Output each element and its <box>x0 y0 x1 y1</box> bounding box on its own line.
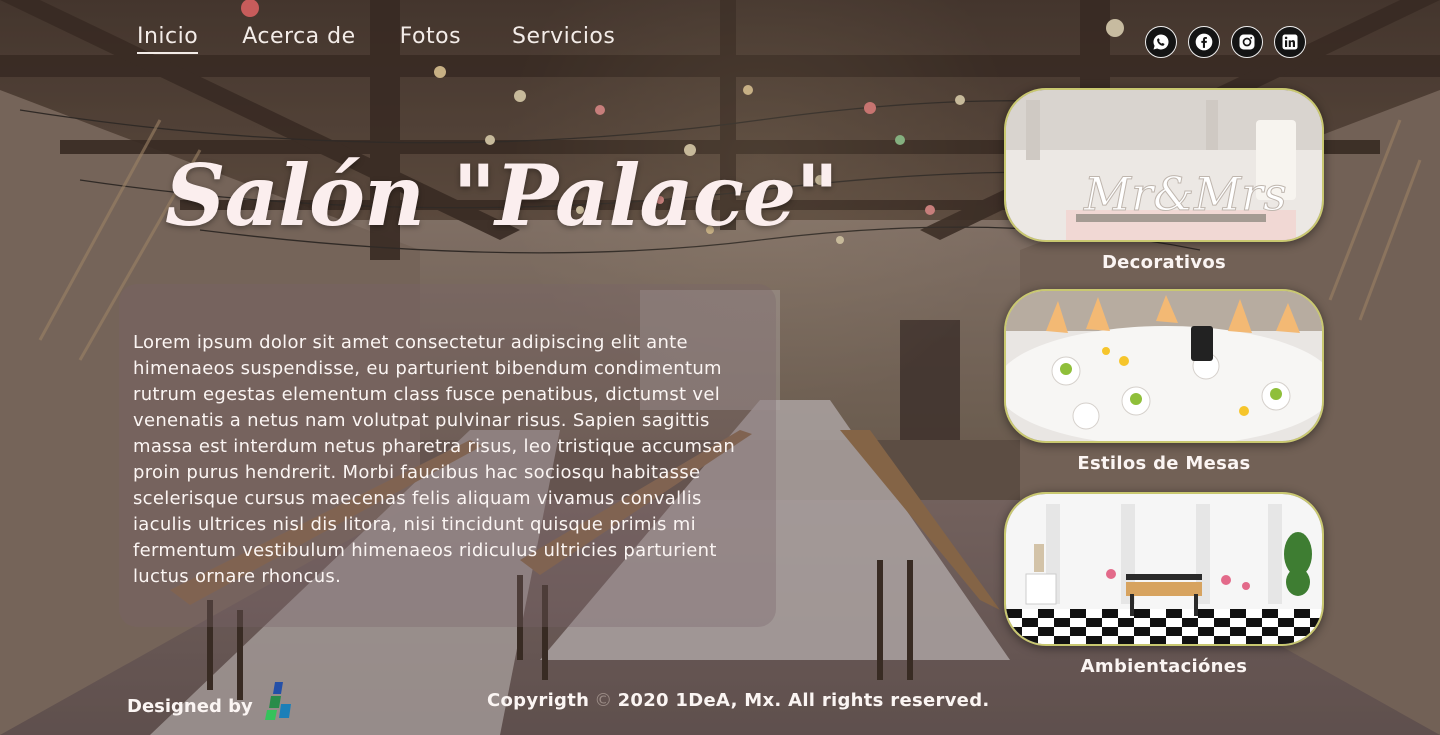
designed-by-label: Designed by <box>127 695 253 717</box>
designed-by: Designed by <box>127 682 297 722</box>
copyright-prefix: Copyrigth <box>487 690 590 711</box>
main-nav: Inicio Acerca de Fotos Servicios <box>137 24 659 54</box>
nav-item-fotos[interactable]: Fotos <box>400 24 461 54</box>
linkedin-icon[interactable] <box>1274 26 1306 58</box>
card-estilos-de-mesas[interactable]: Estilos de Mesas <box>1004 289 1324 474</box>
designer-logo-icon[interactable] <box>263 678 297 722</box>
card-label-ambientaciones: Ambientaciónes <box>1080 656 1248 677</box>
social-links <box>1145 26 1306 58</box>
nav-item-servicios[interactable]: Servicios <box>512 24 615 54</box>
copyright: Copyrigth © 2020 1DeA, Mx. All rights rese… <box>487 690 990 711</box>
decorativos-image: Mr&Mrs <box>1004 88 1324 242</box>
card-decorativos[interactable]: Mr&Mrs Decorativos <box>1004 88 1324 273</box>
nav-item-acerca-de[interactable]: Acerca de <box>242 24 355 54</box>
description-panel: Lorem ipsum dolor sit amet consectetur a… <box>119 284 776 627</box>
mr-mrs-sign: Mr&Mrs <box>1083 167 1287 221</box>
whatsapp-icon[interactable] <box>1145 26 1177 58</box>
ambientaciones-image <box>1004 492 1324 646</box>
copyright-text: 2020 1DeA, Mx. All rights reserved. <box>617 690 990 711</box>
mesas-image <box>1004 289 1324 443</box>
nav-item-inicio[interactable]: Inicio <box>137 24 199 54</box>
description-text: Lorem ipsum dolor sit amet consectetur a… <box>133 332 736 587</box>
card-label-estilos-de-mesas: Estilos de Mesas <box>1077 453 1251 474</box>
instagram-icon[interactable] <box>1231 26 1263 58</box>
copyright-icon: © <box>594 690 613 711</box>
card-label-decorativos: Decorativos <box>1101 252 1227 273</box>
facebook-icon[interactable] <box>1188 26 1220 58</box>
card-ambientaciones[interactable]: Ambientaciónes <box>1004 492 1324 677</box>
page-title: Salón "Palace" <box>165 146 839 245</box>
